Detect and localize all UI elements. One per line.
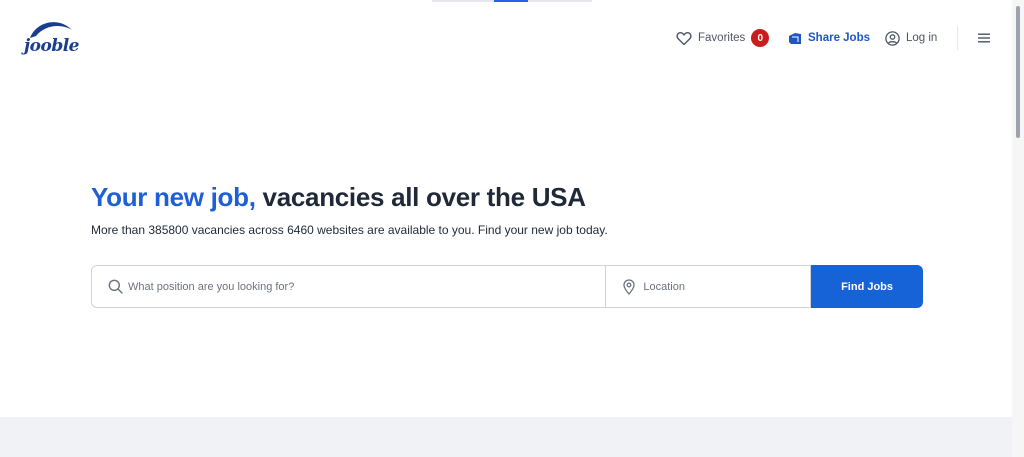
position-field bbox=[91, 265, 607, 308]
hamburger-icon bbox=[978, 33, 990, 43]
share-jobs-label: Share Jobs bbox=[808, 32, 870, 44]
lower-section-band bbox=[0, 417, 1012, 457]
search-icon bbox=[108, 279, 123, 299]
user-icon bbox=[885, 30, 900, 46]
hero-title-rest: vacancies all over the USA bbox=[255, 182, 586, 212]
page-scrollbar[interactable] bbox=[1012, 0, 1024, 457]
location-pin-icon bbox=[623, 279, 636, 300]
location-input[interactable] bbox=[606, 266, 811, 307]
hero-title-accent: Your new job, bbox=[91, 182, 256, 212]
find-jobs-button[interactable]: Find Jobs bbox=[811, 265, 923, 308]
hero-title: Your new job, vacancies all over the USA bbox=[91, 182, 586, 213]
favorites-count-badge: 0 bbox=[751, 29, 770, 47]
location-field bbox=[606, 265, 812, 308]
scrollbar-thumb[interactable] bbox=[1016, 6, 1020, 138]
favorites-link[interactable]: Favorites 0 bbox=[676, 29, 770, 47]
menu-button[interactable] bbox=[978, 33, 996, 43]
job-search-form: Find Jobs bbox=[91, 265, 923, 308]
login-link[interactable]: Log in bbox=[885, 30, 938, 46]
favorites-label: Favorites bbox=[698, 32, 746, 44]
position-input[interactable] bbox=[92, 266, 606, 307]
share-jobs-link[interactable]: Share Jobs bbox=[788, 32, 870, 45]
share-icon bbox=[788, 32, 802, 45]
logo-wordmark: jooble bbox=[24, 36, 80, 56]
heart-icon bbox=[676, 31, 692, 46]
nav-divider bbox=[957, 26, 958, 50]
site-header: jooble Favorites 0 Share Jobs Log in bbox=[0, 0, 1012, 78]
jooble-logo[interactable]: jooble bbox=[24, 18, 80, 58]
login-label: Log in bbox=[906, 32, 938, 44]
hero-subtitle: More than 385800 vacancies across 6460 w… bbox=[91, 223, 608, 237]
